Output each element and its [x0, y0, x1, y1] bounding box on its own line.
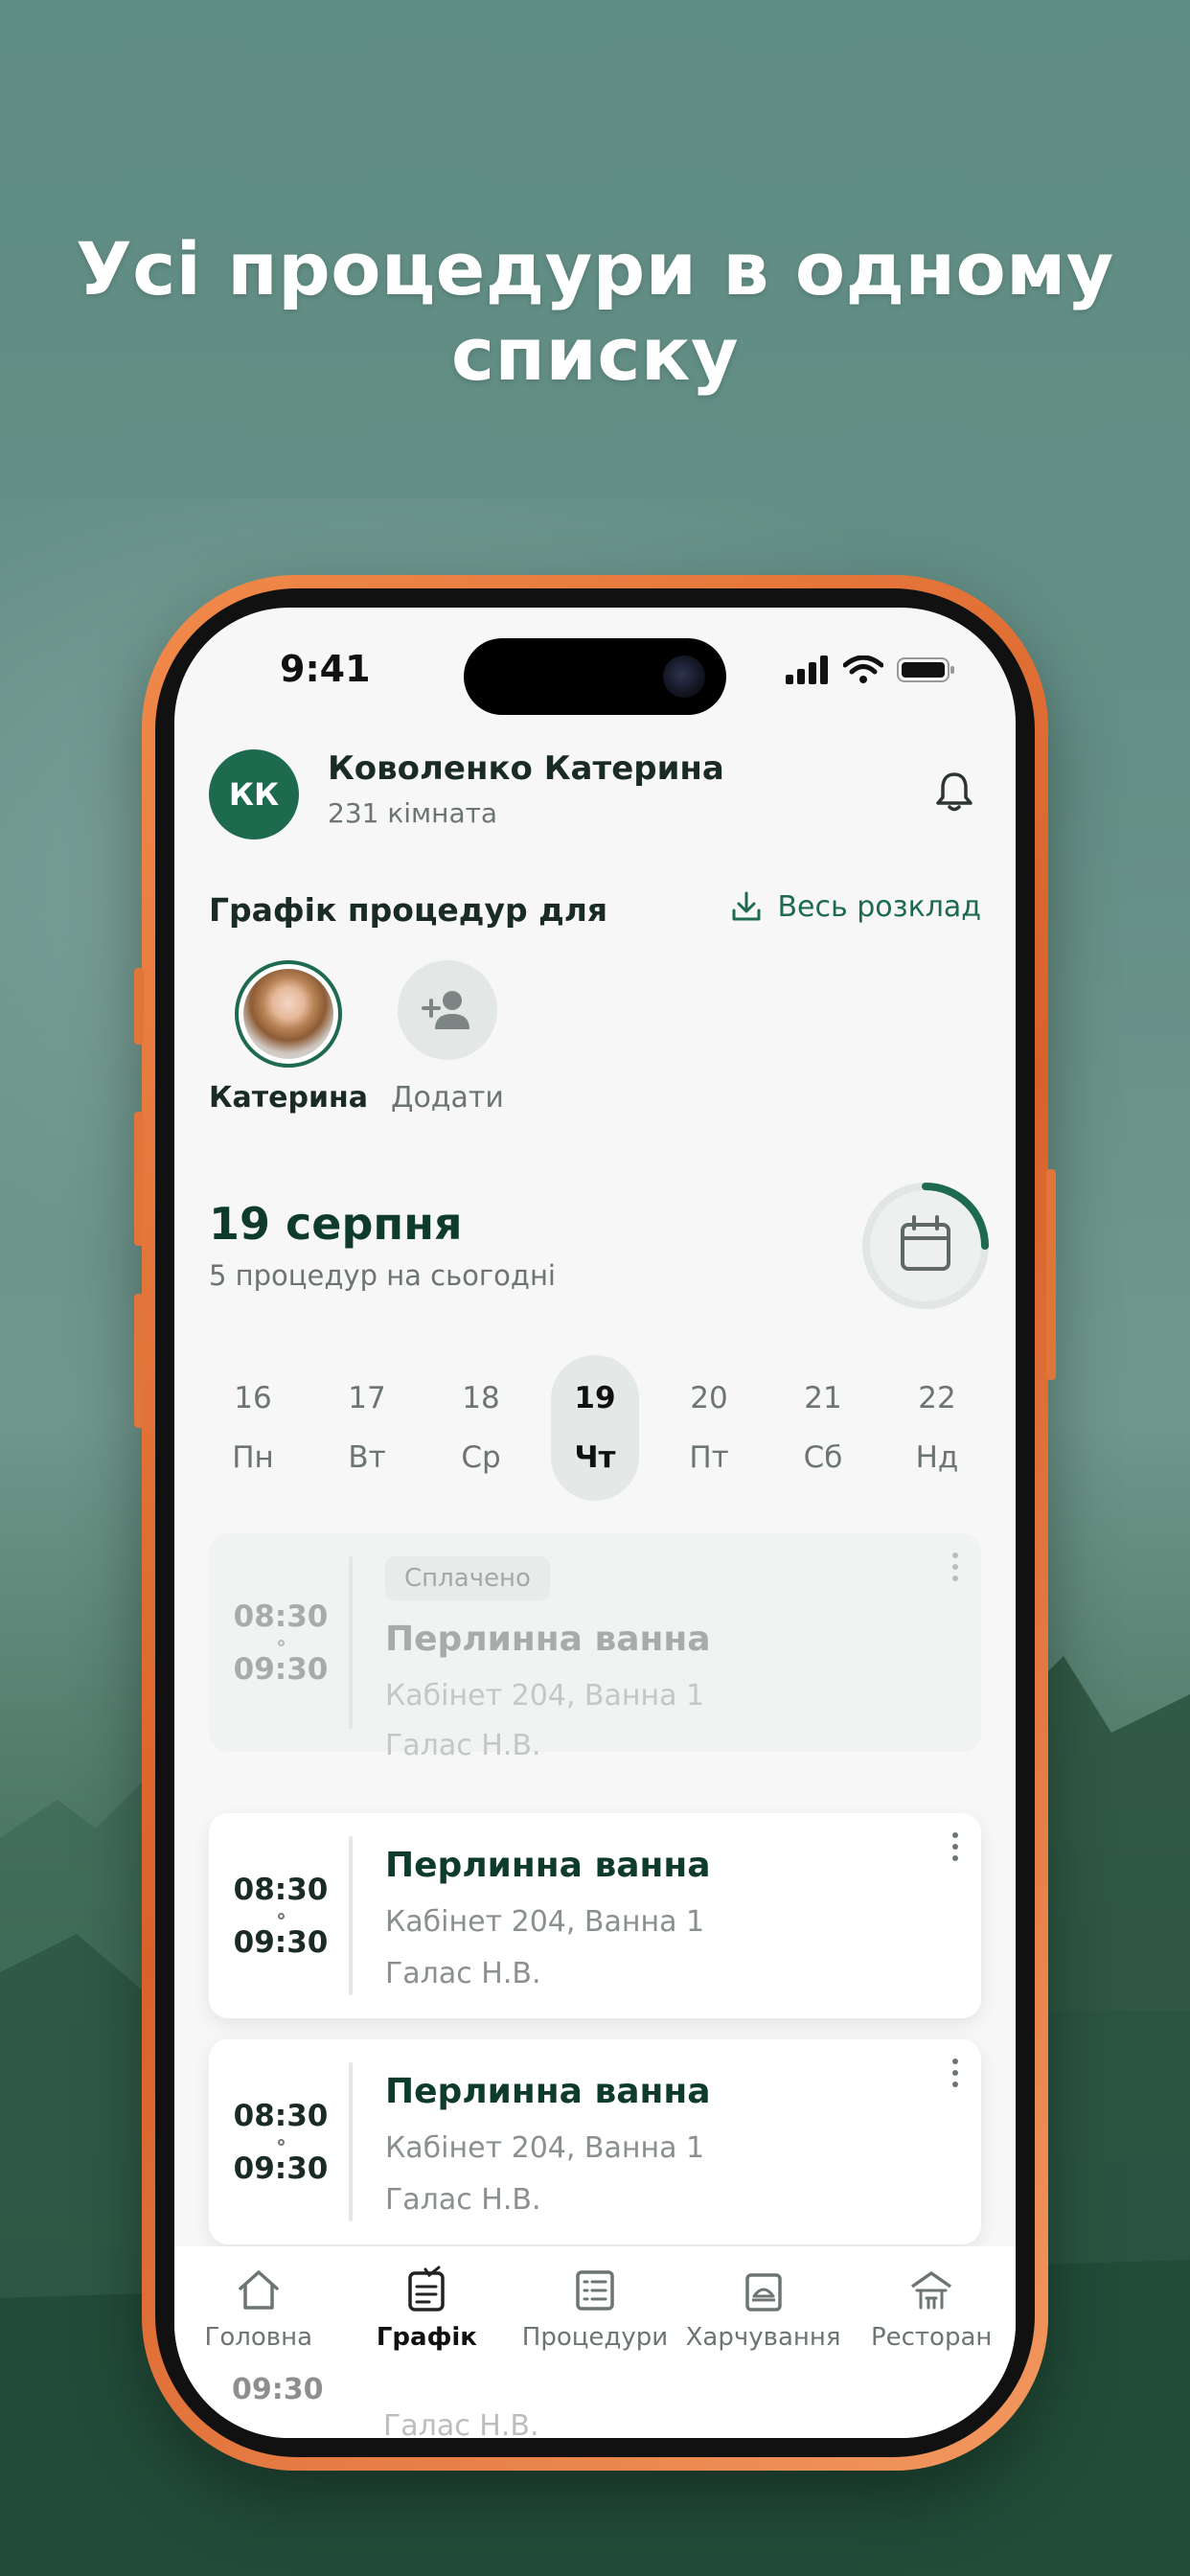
status-icons	[786, 656, 956, 684]
bottom-tab-bar: Головна Графік Процедури Харчування Рест…	[174, 2246, 1016, 2438]
home-icon	[239, 2270, 279, 2310]
more-options-icon[interactable]	[952, 1552, 960, 1587]
day-16[interactable]: 16 Пн	[209, 1355, 297, 1501]
add-person-button[interactable]: Додати	[391, 960, 504, 1115]
person-katerina[interactable]: Катерина	[209, 960, 368, 1115]
divider	[349, 1836, 353, 1995]
day-19-selected[interactable]: 19 Чт	[551, 1355, 639, 1501]
procedure-title: Перлинна ванна	[385, 2072, 711, 2111]
schedule-title: Графік процедур для	[209, 891, 608, 929]
person-name: Катерина	[209, 1081, 368, 1115]
person-photo	[234, 960, 342, 1068]
procedure-title: Перлинна ванна	[385, 1620, 711, 1659]
procedure-room: Кабінет 204, Ванна 1	[385, 1905, 705, 1939]
tab-restaurant-label: Ресторан	[870, 2323, 993, 2352]
tab-home-label: Головна	[204, 2323, 313, 2352]
headline: Усі процедури в одному списку	[76, 226, 1114, 397]
procedure-doctor: Галас Н.В.	[385, 1957, 541, 1990]
battery-icon	[897, 657, 954, 682]
phone-power-button	[1046, 1169, 1056, 1380]
add-person-label: Додати	[391, 1081, 504, 1115]
tab-schedule[interactable]: Графік	[345, 2266, 508, 2352]
full-schedule-label: Весь розклад	[777, 889, 981, 924]
day-22[interactable]: 22 Нд	[893, 1355, 981, 1501]
procedure-times: 08:30 09:30	[233, 1598, 329, 1687]
list-icon	[576, 2270, 614, 2311]
procedure-doctor: Галас Н.В.	[385, 1729, 541, 1762]
date-title: 19 серпня	[209, 1198, 463, 1250]
person-photo-image	[242, 969, 333, 1059]
tab-meals[interactable]: Харчування	[682, 2266, 845, 2352]
divider	[349, 2062, 353, 2221]
procedure-room: Кабінет 204, Ванна 1	[385, 1679, 705, 1713]
day-progress-ring[interactable]	[858, 1179, 993, 1313]
date-subtitle: 5 процедур на сьогодні	[209, 1259, 556, 1292]
dynamic-island	[464, 638, 726, 715]
phone-volume-down	[134, 1294, 144, 1428]
peek-doctor: Галас Н.В.	[383, 2409, 539, 2438]
procedure-times: 08:30 09:30	[233, 1872, 329, 1960]
tab-meals-label: Харчування	[685, 2323, 841, 2352]
full-schedule-link[interactable]: Весь розклад	[729, 889, 981, 924]
procedure-card-paid[interactable]: 08:30 09:30 Сплачено Перлинна ванна Кабі…	[209, 1533, 981, 1762]
tab-home[interactable]: Головна	[177, 2266, 340, 2352]
week-day-selector: 16 Пн 17 Вт 18 Ср 19 Чт 20 Пт 21 Сб 22 Нд	[209, 1355, 981, 1508]
procedure-title: Перлинна ванна	[385, 1846, 711, 1885]
procedure-card[interactable]: 08:30 09:30 Перлинна ванна Кабінет 204, …	[209, 2039, 981, 2244]
signal-icon	[786, 656, 828, 684]
phone-side-button	[134, 968, 144, 1045]
procedure-times: 08:30 09:30	[233, 2098, 329, 2186]
schedule-icon	[408, 2266, 446, 2312]
tab-schedule-label: Графік	[376, 2323, 477, 2352]
user-avatar[interactable]: КК	[209, 749, 299, 840]
day-17[interactable]: 17 Вт	[323, 1355, 411, 1501]
add-person-circle	[397, 960, 497, 1060]
tab-procedures-label: Процедури	[521, 2323, 669, 2352]
peek-time: 09:30	[232, 2373, 324, 2406]
meal-icon	[744, 2273, 782, 2312]
wifi-icon	[843, 656, 883, 683]
user-name: Коволенко Катерина	[328, 749, 724, 788]
phone-volume-up	[134, 1112, 144, 1246]
day-21[interactable]: 21 Сб	[779, 1355, 867, 1501]
tab-restaurant[interactable]: Ресторан	[850, 2266, 1013, 2352]
paid-badge: Сплачено	[385, 1556, 550, 1600]
divider	[349, 1556, 353, 1729]
procedure-card[interactable]: 08:30 09:30 Перлинна ванна Кабінет 204, …	[209, 1813, 981, 2018]
bell-icon[interactable]	[931, 769, 977, 815]
app-screen: 9:41 КК Коволенко Катерина 231 кімната Г…	[174, 608, 1016, 2438]
download-icon	[732, 891, 761, 921]
user-room: 231 кімната	[328, 797, 498, 829]
procedure-doctor: Галас Н.В.	[385, 2183, 541, 2217]
day-18[interactable]: 18 Ср	[437, 1355, 525, 1501]
restaurant-icon	[911, 2271, 952, 2310]
tab-procedures[interactable]: Процедури	[514, 2266, 676, 2352]
day-20[interactable]: 20 Пт	[665, 1355, 753, 1501]
more-options-icon[interactable]	[952, 2058, 960, 2093]
status-time: 9:41	[280, 648, 371, 690]
camera-icon	[663, 656, 705, 698]
more-options-icon[interactable]	[952, 1832, 960, 1867]
add-user-icon	[421, 991, 469, 1029]
procedure-room: Кабінет 204, Ванна 1	[385, 2131, 705, 2165]
